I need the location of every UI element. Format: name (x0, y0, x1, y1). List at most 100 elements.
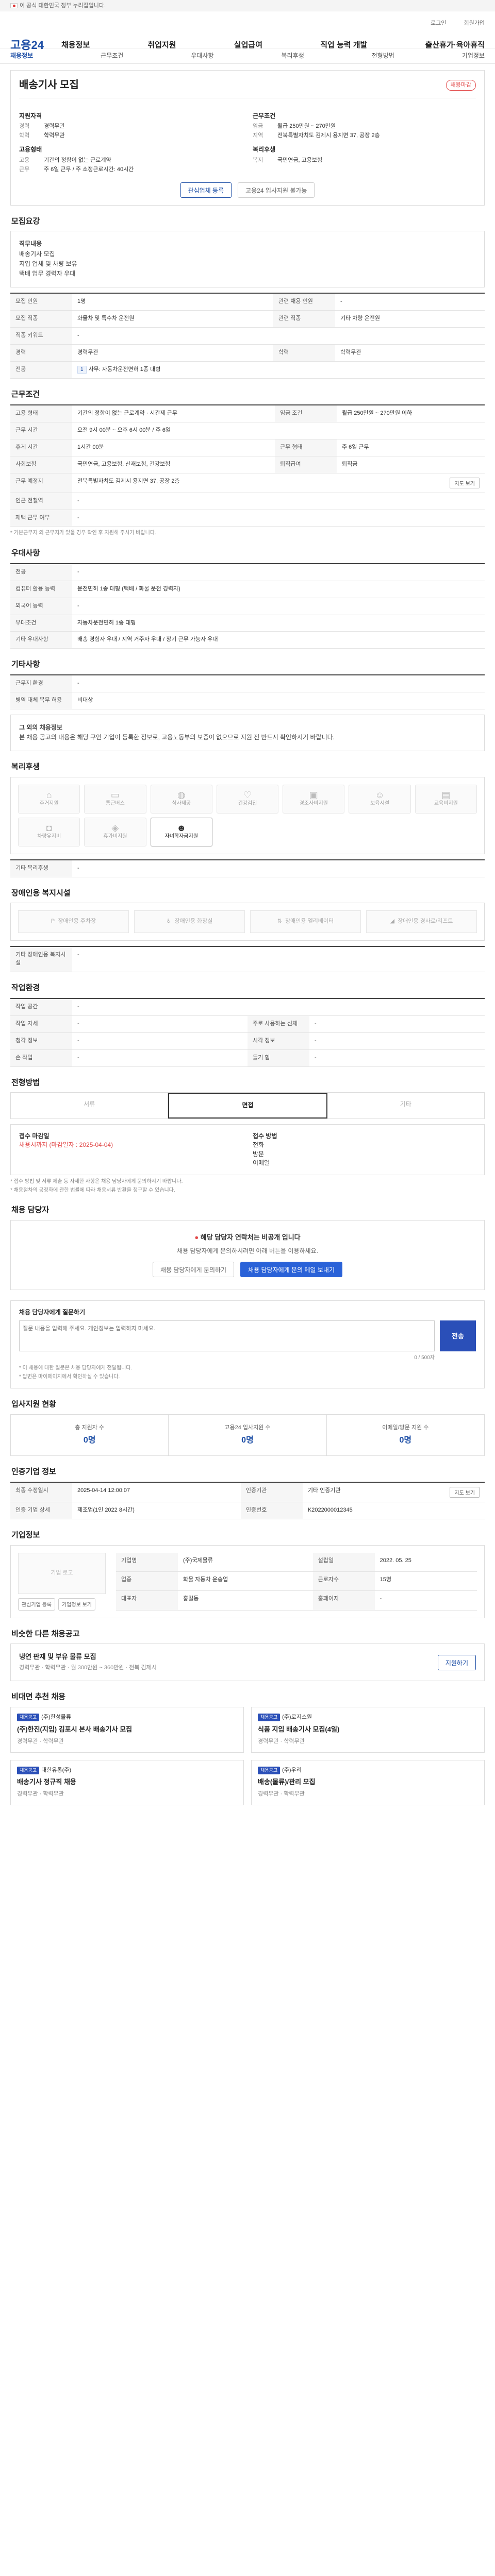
section-title: 인증기업 정보 (11, 1467, 56, 1477)
row-value: 1 사무: 자동차운전면허 1종 대형 (72, 361, 485, 379)
section-title: 기타사항 (11, 660, 40, 669)
related-grid: 채용공고 (주)한성물류 (주)한진(지입) 김포시 본사 배송기사 모집 경력무관 … (10, 1706, 485, 1806)
tab-conditions[interactable]: 근무조건 (101, 52, 123, 60)
row-label: 대표자 (116, 1590, 178, 1611)
table-row: 최종 수정일시 2025-04-14 12:00:07 인증기관 기타 인증기관 지도 … (10, 1482, 485, 1502)
alert-icon: ● (194, 1233, 201, 1242)
job-title-link[interactable]: 식품 지입 배송기사 모집(4일) (258, 1725, 478, 1735)
job-title-link[interactable]: 배송(물류)/관리 모집 (258, 1777, 478, 1787)
row-value: 1시간 00분 (72, 439, 275, 456)
gnb-item-support[interactable]: 취업지원 (147, 40, 176, 51)
row-label: 기타 장애인용 복지시설 (10, 946, 72, 973)
company-info-button[interactable]: 기업정보 보기 (58, 1598, 95, 1611)
summary-left: 지원자격 경력 경력무관 학력 학력무관 고용형태 고용 기간의 정함이 없는 근로계… (19, 107, 242, 175)
send-button[interactable]: 전송 (440, 1320, 476, 1351)
meal-icon: ◍ (177, 790, 186, 801)
tab-welfare[interactable]: 복리후생 (281, 52, 304, 60)
row-value: 배송 경험자 우대 / 지역 거주자 우대 / 장기 근무 가능자 우대 (72, 631, 485, 649)
section-title: 비슷한 다른 채용공고 (11, 1629, 80, 1638)
company-box: 기업 로고 관심기업 등록 기업정보 보기 기업명 (주)국제물류 설립일 2022.… (10, 1545, 485, 1618)
job-card[interactable]: 채용공고 (주)로지스원 식품 지입 배송기사 모집(4일) 경력무관 · 학력무관 (251, 1706, 485, 1753)
welfare-label: 차량유지비 (37, 834, 61, 840)
row-value: 자동차운전면허 1종 대형 (72, 615, 485, 632)
tab-company[interactable]: 기업정보 (462, 52, 485, 60)
row-value: 제조업(1인 2022 8시간) (72, 1502, 241, 1519)
gnb-item-unemployment[interactable]: 실업급여 (234, 40, 262, 51)
row-value: 월급 250만원 ~ 270만원 이하 (336, 404, 485, 422)
job-card[interactable]: 채용공고 (주)우리 배송(물류)/관리 모집 경력무관 · 학력무관 (251, 1759, 485, 1806)
job-label: 채용공고 (258, 1766, 280, 1774)
map-button[interactable]: 지도 보기 (450, 477, 480, 488)
contact-inquiry-button[interactable]: 채용 담당자에게 문의하기 (152, 1262, 235, 1278)
job-card[interactable]: 채용공고 대한유통(주) 배송기사 정규직 채용 경력무관 · 학력무관 (10, 1759, 244, 1806)
welfare-item-active: ☻ 자녀학자금지원 (150, 817, 212, 846)
meta-item: 경력무관 (19, 1665, 40, 1671)
desc-line: 택배 업무 경력자 우대 (19, 270, 76, 278)
row-value: - (72, 598, 485, 615)
tab-recruit[interactable]: 채용정보 (10, 52, 33, 60)
row-label: 근로자수 (312, 1571, 375, 1591)
similar-apply-button[interactable]: 지원하기 (437, 1654, 476, 1670)
facility-grid: P 장애인용 주차장 ♿ 장애인용 화장실 ⇅ 장애인용 엘리베이터 ◢ 장애인용 경사… (10, 903, 485, 941)
tab-etc[interactable]: 기타 (327, 1093, 484, 1118)
gnb-item-training[interactable]: 직업 능력 개발 (320, 40, 367, 51)
signup-link[interactable]: 회원가입 (464, 20, 485, 28)
row-label: 재택 근무 여부 (10, 510, 72, 527)
gnb-item-leave[interactable]: 출산휴가·육아휴직 (425, 40, 485, 51)
job-title-link[interactable]: (주)한진(지입) 김포시 본사 배송기사 모집 (17, 1725, 237, 1735)
bookmark-company-button[interactable]: 관심업체 등록 (180, 182, 232, 198)
info-map-button[interactable]: 지도 보기 (450, 1486, 480, 1498)
question-input[interactable] (19, 1320, 435, 1351)
job-title-link[interactable]: 배송기사 정규직 채용 (17, 1777, 237, 1787)
table-row: 전공 1 사무: 자동차운전면허 1종 대형 (10, 361, 485, 379)
row-label: 관련 직종 (273, 310, 335, 328)
welfare-label: 보육시설 (370, 801, 389, 807)
similar-card[interactable]: 냉연 판재 및 부유 물류 모집 경력무관 · 학력무관 · 월 300만원 ~… (10, 1643, 485, 1682)
row-label: 전공 (10, 361, 72, 379)
row-label: 청각 정보 (10, 1032, 72, 1050)
table-row: 우대조건 자동차운전면허 1종 대형 (10, 615, 485, 632)
question-note: * 답변은 마이페이지에서 확인하실 수 있습니다. (19, 1374, 120, 1380)
contact-headline: ● 해당 담당자 연락처는 비공개 입니다 (19, 1233, 476, 1243)
table-row: 컴퓨터 활용 능력 운전면허 1종 대형 (택배 / 화물 운전 경력자) (10, 581, 485, 598)
row-label: 들기 힘 (248, 1049, 309, 1067)
row-label: 인증번호 (240, 1502, 303, 1519)
tab-method[interactable]: 전형방법 (372, 52, 394, 60)
facility-item: P 장애인용 주차장 (18, 910, 129, 934)
car-icon: ◘ (46, 823, 52, 834)
login-link[interactable]: 로그인 (431, 20, 446, 28)
table-row: 청각 정보 - 시각 정보 - (10, 1032, 485, 1050)
contact-mail-button[interactable]: 채용 담당자에게 문의 메일 보내기 (240, 1262, 342, 1278)
bookmark-company-button-2[interactable]: 관심기업 등록 (18, 1598, 55, 1611)
table-row: 고용 형태 기간의 정함이 없는 근로계약 · 시간제 근무 임금 조건 월급 250… (10, 404, 485, 422)
row-label: 휴게 시간 (10, 439, 72, 456)
meta-item: 월 300만원 ~ 360만원 (71, 1665, 124, 1671)
company-logo: 기업 로고 (18, 1552, 106, 1594)
bus-icon: ▭ (110, 790, 120, 801)
tab-interview[interactable]: 면접 (168, 1093, 327, 1118)
welfare-item: ◘ 차량유지비 (18, 817, 80, 846)
job-label: 채용공고 (17, 1713, 40, 1721)
apply-disabled-button[interactable]: 고용24 입사지원 불가능 (238, 182, 315, 198)
site-logo[interactable]: 고용24 (10, 37, 44, 54)
row-value: 학력무관 (335, 344, 485, 362)
table-row: 근무지 환경 - (10, 675, 485, 693)
kv-value: 주 6일 근무 / 주 소정근로시간: 40시간 (44, 166, 134, 173)
row-value: - (72, 563, 485, 581)
summary-heading: 고용형태 (19, 146, 42, 154)
company-table: 기업명 (주)국제물류 설립일 2022. 05. 25 업종 화물 자동차 운송업 근로… (116, 1552, 477, 1611)
row-value: 화물 자동차 운송업 (178, 1571, 313, 1591)
row-label: 기업명 (116, 1552, 178, 1572)
gnb-item-jobs[interactable]: 채용정보 (61, 40, 90, 51)
job-card[interactable]: 채용공고 (주)한성물류 (주)한진(지입) 김포시 본사 배송기사 모집 경력무관 … (10, 1706, 244, 1753)
stat-item: 고용24 입사지원 수 0명 (169, 1414, 327, 1456)
tab-preferences[interactable]: 우대사항 (191, 52, 213, 60)
welfare-item: ◈ 휴가비지원 (84, 817, 146, 846)
table-row: 기타 복리후생 - (10, 859, 485, 877)
table-row: 인증 기업 상세 제조업(1인 2022 8시간) 인증번호 K20220000123… (10, 1502, 485, 1519)
recruit-section: 모집요강 직무내용 배송기사 모집 지입 업체 및 차량 보유 택배 업무 경력… (10, 216, 485, 379)
stat-label: 이메일/방문 지원 수 (382, 1424, 429, 1431)
tab-document[interactable]: 서류 (11, 1093, 169, 1118)
job-org: (주)한성물류 (41, 1714, 72, 1720)
method-tabs: 서류 면접 기타 (10, 1092, 485, 1119)
